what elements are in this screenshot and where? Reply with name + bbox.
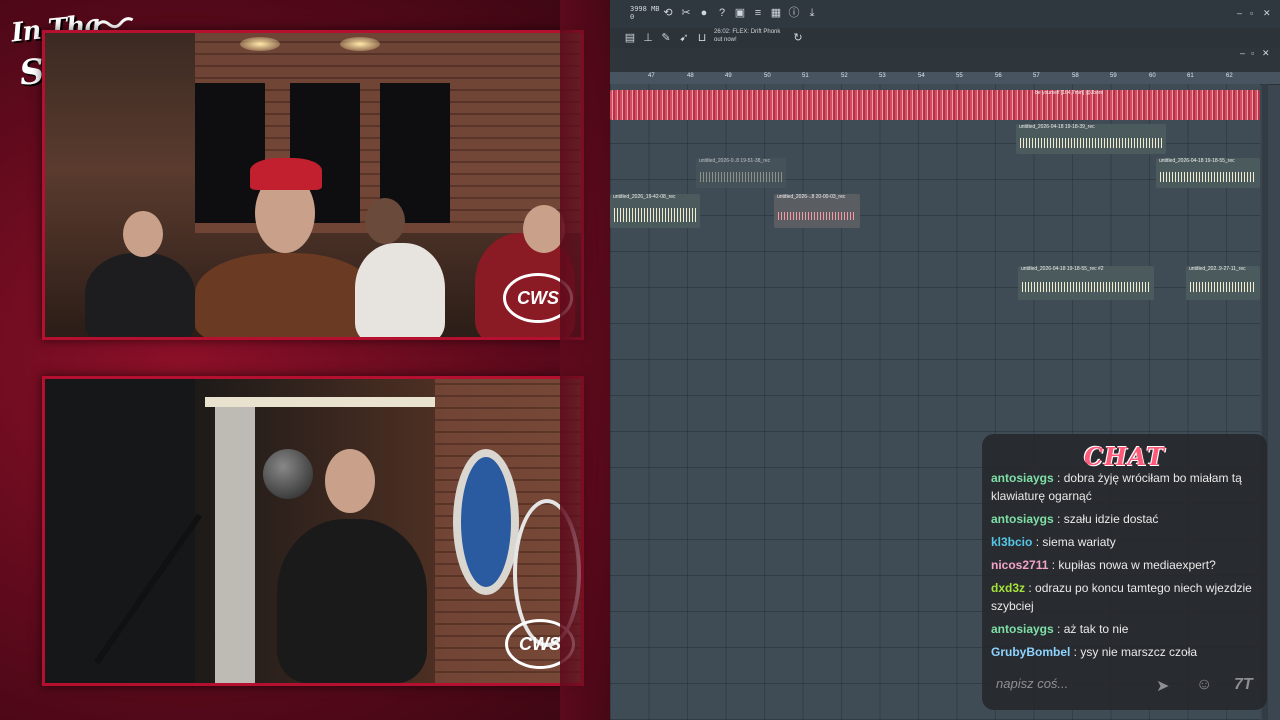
squiggle-icon bbox=[95, 17, 134, 29]
chat-username[interactable]: antosiaygs bbox=[991, 512, 1054, 526]
camera-feed-booth: CWS bbox=[42, 376, 584, 686]
chat-separator: : bbox=[1032, 535, 1043, 549]
ruler-bar: 54 bbox=[918, 73, 925, 79]
ruler-bar: 53 bbox=[879, 73, 886, 79]
audio-clip[interactable]: untitled_2026-04-18 19-18-39_rec bbox=[1016, 124, 1166, 154]
pin-icon[interactable]: ⊥ bbox=[642, 32, 654, 44]
chat-text: szału idzie dostać bbox=[1063, 512, 1159, 526]
ruler-bar: 58 bbox=[1072, 73, 1079, 79]
audio-clip-selected[interactable]: untitled_2026-..8 20-00-03_rec bbox=[774, 194, 860, 228]
audio-clip-muted[interactable]: untitled_2026-0..8 19-51-38_rec bbox=[696, 158, 786, 188]
7tv-icon[interactable]: 7T bbox=[1234, 676, 1253, 694]
daw-tools-bar: ▤ ⊥ ✎ ➹ ⊔ 26:02: FLEX: Drift Phonk out n… bbox=[610, 28, 1280, 48]
ruler-bar: 61 bbox=[1187, 73, 1194, 79]
playlist-header: – ▫ ✕ bbox=[610, 48, 1280, 118]
chat-overlay: CHAT antosiaygs : dobra żyję wróciłam bo… bbox=[982, 434, 1267, 710]
audio-clip[interactable]: untitled_2026-04-18 19-18-55_rec bbox=[1156, 158, 1260, 188]
minimize-button[interactable]: – bbox=[1237, 8, 1242, 18]
microphone-icon bbox=[263, 449, 313, 499]
chat-separator: : bbox=[1053, 471, 1064, 485]
send-icon[interactable]: ➤ bbox=[1156, 676, 1169, 696]
chat-message: antosiaygs : aż tak to nie bbox=[991, 620, 1265, 638]
mixer-icon[interactable]: ≡ bbox=[752, 7, 764, 19]
camera-feed-studio: CWS bbox=[42, 30, 584, 340]
ruler-bar: 59 bbox=[1110, 73, 1117, 79]
chat-input[interactable]: napisz coś... bbox=[996, 676, 1068, 691]
ruler-bar: 52 bbox=[841, 73, 848, 79]
download-icon[interactable]: ⤓ bbox=[806, 7, 818, 19]
chat-text: siema wariaty bbox=[1042, 535, 1116, 549]
chat-message: antosiaygs : dobra żyję wróciłam bo miał… bbox=[991, 469, 1265, 505]
plugin-icon[interactable]: ▦ bbox=[770, 7, 782, 19]
save-icon[interactable]: ▣ bbox=[734, 7, 746, 19]
chat-separator: : bbox=[1070, 645, 1081, 659]
ruler-bar: 47 bbox=[648, 73, 655, 79]
chat-separator: : bbox=[1025, 581, 1036, 595]
help-icon[interactable]: ? bbox=[716, 7, 728, 19]
refresh-icon[interactable]: ↻ bbox=[792, 32, 804, 44]
chat-separator: : bbox=[1053, 512, 1064, 526]
chat-message: kl3bcio : siema wariaty bbox=[991, 533, 1265, 551]
ruler-bar: 56 bbox=[995, 73, 1002, 79]
draw-tool-icon[interactable]: ✎ bbox=[660, 32, 672, 44]
audio-clip[interactable]: untitled_202..9-27-11_rec bbox=[1186, 266, 1260, 300]
daw-toolbar: 3998 MB 0 ⟲ ✂ ● ? ▣ ≡ ▦ ⓘ ⤓ – ▫ ✕ bbox=[610, 0, 1280, 29]
folder-icon[interactable]: ▤ bbox=[624, 32, 636, 44]
chat-message-list: antosiaygs : dobra żyję wróciłam bo miał… bbox=[991, 469, 1265, 666]
ruler-bar: 49 bbox=[725, 73, 732, 79]
chat-message: nicos2711 : kupiłas nowa w mediaexpert? bbox=[991, 556, 1265, 574]
chat-text: kupiłas nowa w mediaexpert? bbox=[1058, 558, 1216, 572]
paint-tool-icon[interactable]: ➹ bbox=[678, 32, 690, 44]
audio-clip[interactable]: untitled_2026_19-42-08_rec bbox=[610, 194, 700, 228]
chat-username[interactable]: kl3bcio bbox=[991, 535, 1032, 549]
memory-readout: 3998 MB 0 bbox=[630, 5, 660, 21]
ruler-bar: 62 bbox=[1226, 73, 1233, 79]
stream-overlay-panel: In Tha Studio! CWS CWS bbox=[0, 0, 610, 720]
playlist-maximize-button[interactable]: ▫ bbox=[1251, 48, 1254, 58]
chat-text: ysy nie marszcz czoła bbox=[1080, 645, 1198, 659]
chat-message: antosiaygs : szału idzie dostać bbox=[991, 510, 1265, 528]
chat-username[interactable]: antosiaygs bbox=[991, 471, 1054, 485]
close-button[interactable]: ✕ bbox=[1263, 8, 1271, 19]
playlist-close-button[interactable]: ✕ bbox=[1262, 48, 1270, 59]
ruler-bar: 51 bbox=[802, 73, 809, 79]
info-icon[interactable]: ⓘ bbox=[788, 7, 800, 19]
chat-username[interactable]: dxd3z bbox=[991, 581, 1025, 595]
chat-username[interactable]: antosiaygs bbox=[991, 622, 1054, 636]
mic-record-icon[interactable]: ● bbox=[698, 7, 710, 19]
ruler-bar: 48 bbox=[687, 73, 694, 79]
chat-title: CHAT bbox=[1084, 442, 1165, 471]
ruler-bar: 60 bbox=[1149, 73, 1156, 79]
chat-username[interactable]: GrubyBombel bbox=[991, 645, 1070, 659]
ruler-bar: 55 bbox=[956, 73, 963, 79]
cut-icon[interactable]: ✂ bbox=[680, 7, 692, 19]
news-hint: 26:02: FLEX: Drift Phonk out now! bbox=[714, 29, 781, 43]
emoji-icon[interactable]: ☺ bbox=[1196, 676, 1212, 694]
playlist-minimize-button[interactable]: – bbox=[1240, 48, 1245, 58]
ruler-bar: 50 bbox=[764, 73, 771, 79]
chat-message: dxd3z : odrazu po koncu tamtego niech wj… bbox=[991, 579, 1265, 615]
audio-clip[interactable]: untitled_2026-04-18 19-18-55_rec #2 bbox=[1018, 266, 1154, 300]
cart-icon[interactable]: ⊔ bbox=[696, 32, 708, 44]
ruler-bar: 57 bbox=[1033, 73, 1040, 79]
chat-separator: : bbox=[1053, 622, 1064, 636]
maximize-button[interactable]: ▫ bbox=[1250, 8, 1253, 18]
chat-separator: : bbox=[1048, 558, 1059, 572]
chat-text: aż tak to nie bbox=[1063, 622, 1129, 636]
chat-username[interactable]: nicos2711 bbox=[991, 558, 1048, 572]
undo-icon[interactable]: ⟲ bbox=[662, 7, 674, 19]
audio-clip-beat[interactable]: be yourself [164,7min] @Jbore bbox=[610, 90, 1260, 120]
chat-message: GrubyBombel : ysy nie marszcz czoła bbox=[991, 643, 1265, 661]
